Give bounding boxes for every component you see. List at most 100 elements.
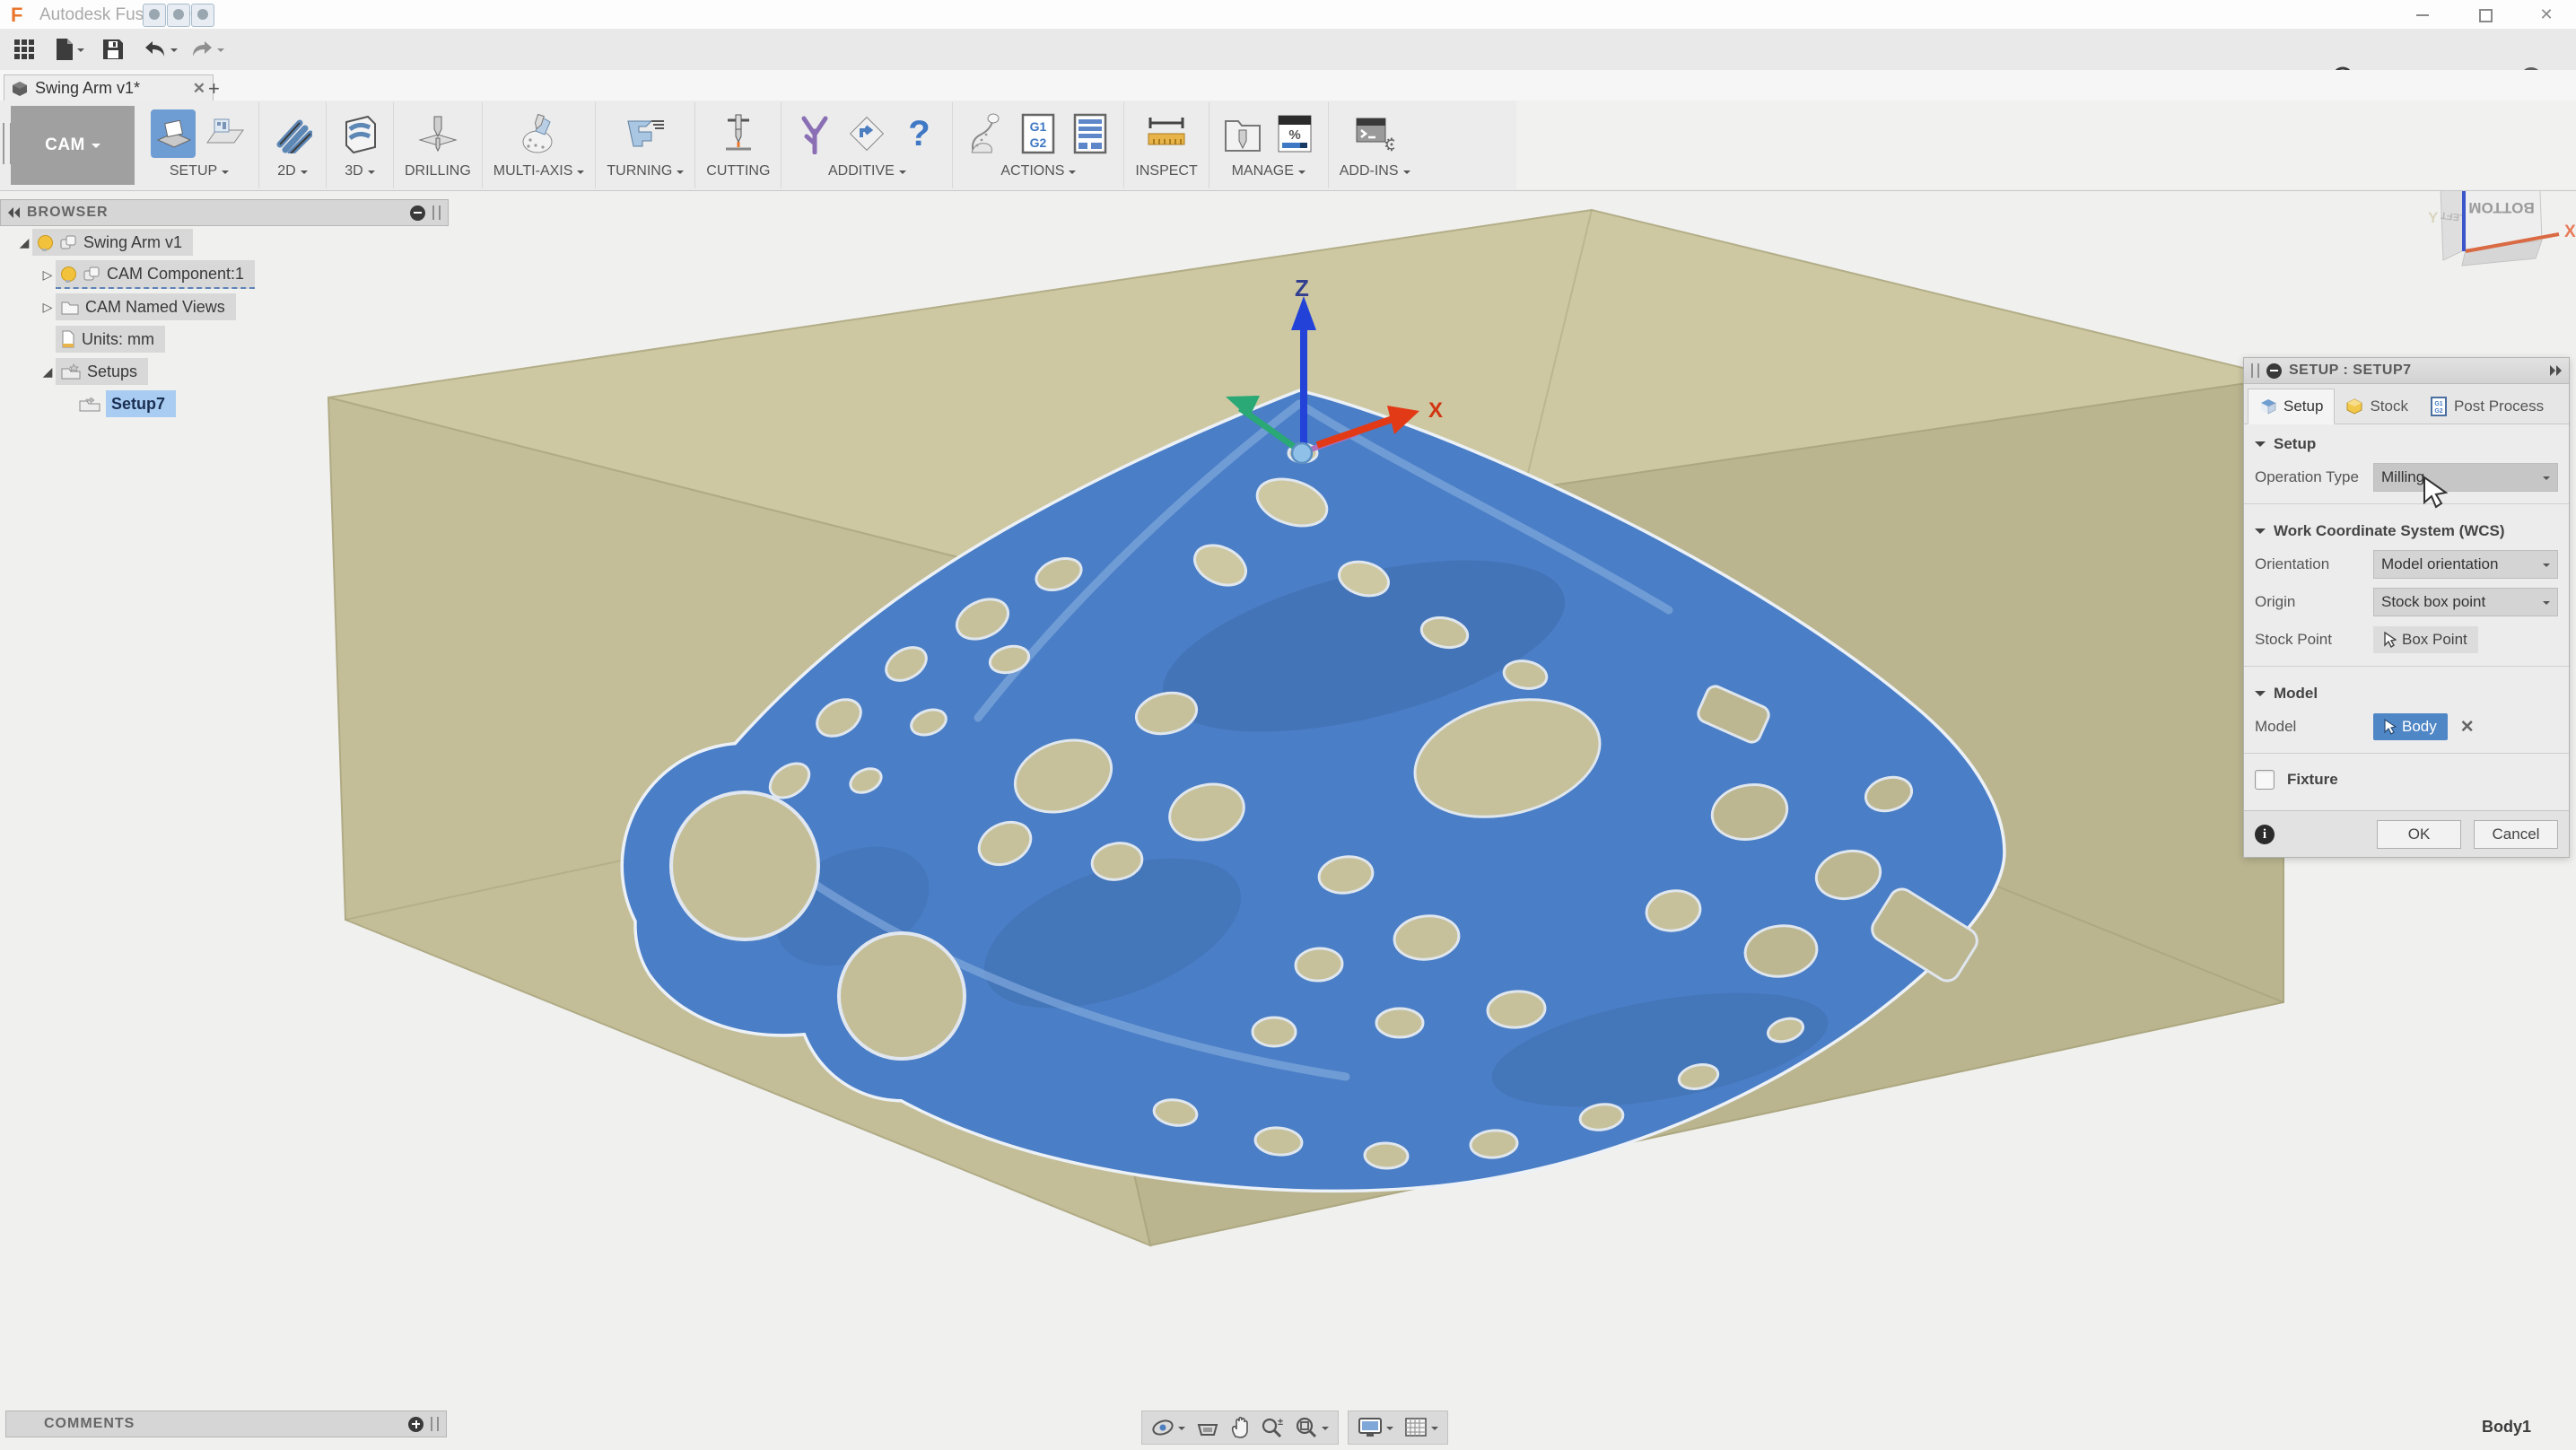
ok-button[interactable]: OK	[2377, 820, 2461, 849]
pan-button[interactable]	[1230, 1417, 1250, 1438]
section-setup[interactable]: Setup	[2244, 424, 2569, 459]
dialog-header[interactable]: SETUP : SETUP7	[2244, 358, 2569, 384]
expanded-arrow-icon[interactable]: ◢	[39, 364, 56, 380]
gcode-editor-button[interactable]: G1G2	[1016, 109, 1061, 158]
tree-item-root[interactable]: ◢ Swing Arm v1	[0, 230, 467, 255]
browser-header[interactable]: BROWSER	[0, 199, 449, 226]
section-model[interactable]: Model	[2244, 674, 2569, 708]
redo-button[interactable]	[190, 36, 224, 63]
chevron-down-icon	[899, 170, 906, 178]
collapsed-arrow-icon[interactable]: ▷	[39, 300, 56, 315]
tree-item-setups[interactable]: ◢ Setups	[0, 359, 467, 384]
visibility-bulb-icon[interactable]	[61, 266, 76, 282]
svg-text:G1: G1	[1030, 119, 1047, 134]
viewcube-x-label: X	[2564, 223, 2576, 241]
restore-button[interactable]	[2467, 4, 2503, 25]
group-label-inspect[interactable]: INSPECT	[1135, 163, 1197, 179]
group-label-drilling[interactable]: DRILLING	[405, 163, 471, 179]
dialog-grip[interactable]	[2251, 363, 2259, 378]
operation-type-select[interactable]: Milling	[2373, 463, 2558, 492]
look-at-button[interactable]	[1196, 1418, 1219, 1437]
group-label-actions[interactable]: ACTIONS	[1000, 163, 1064, 179]
svg-text:%: %	[1288, 127, 1300, 143]
measure-button[interactable]	[1144, 109, 1189, 158]
svg-text:G2: G2	[1030, 135, 1047, 150]
support-structure-button[interactable]	[792, 109, 837, 158]
group-label-turning[interactable]: TURNING	[607, 163, 672, 179]
orientation-select[interactable]: Model orientation	[2373, 550, 2558, 579]
new-setup-button[interactable]	[151, 109, 196, 158]
workspace-switcher[interactable]: CAM	[11, 106, 135, 185]
recorder-widget-icon[interactable]	[167, 4, 190, 27]
section-wcs[interactable]: Work Coordinate System (WCS)	[2244, 511, 2569, 546]
grid-layout-button[interactable]	[1404, 1417, 1438, 1438]
orbit-button[interactable]	[1151, 1417, 1185, 1438]
app-grid-icon[interactable]	[14, 36, 34, 63]
group-label-manage[interactable]: MANAGE	[1232, 163, 1294, 179]
scripts-addins-button[interactable]: ⚙	[1352, 109, 1397, 158]
tree-item-setup7[interactable]: Setup7	[0, 391, 467, 416]
fixture-checkbox[interactable]	[2255, 770, 2275, 790]
minimize-button[interactable]	[2405, 4, 2441, 25]
tab-close-icon[interactable]: ✕	[193, 80, 205, 98]
group-label-multiaxis[interactable]: MULTI-AXIS	[493, 163, 573, 179]
collapsed-arrow-icon[interactable]: ▷	[39, 267, 56, 283]
undo-button[interactable]	[144, 36, 178, 63]
additive-setup-button[interactable]	[844, 109, 889, 158]
group-label-cutting[interactable]: CUTTING	[706, 163, 770, 179]
multi-axis-button[interactable]	[517, 109, 562, 158]
display-settings-button[interactable]	[1358, 1417, 1393, 1438]
tree-item-named-views[interactable]: ▷ CAM Named Views	[0, 294, 467, 319]
chevron-down-icon	[1386, 1427, 1393, 1434]
close-button[interactable]: ✕	[2528, 4, 2564, 25]
cancel-button[interactable]: Cancel	[2474, 820, 2558, 849]
origin-select[interactable]: Stock box point	[2373, 588, 2558, 616]
save-button[interactable]	[102, 36, 124, 63]
hide-panel-icon[interactable]	[410, 205, 425, 221]
tool-library-button[interactable]	[1220, 109, 1265, 158]
document-tab[interactable]: Swing Arm v1* ✕	[4, 74, 214, 101]
new-tab-button[interactable]: +	[208, 77, 220, 100]
post-process-button[interactable]	[964, 109, 1009, 158]
hide-dialog-icon[interactable]	[2266, 363, 2282, 379]
info-icon[interactable]: i	[2255, 825, 2275, 844]
tab-stock[interactable]: Stock	[2335, 389, 2419, 424]
group-label-addins[interactable]: ADD-INS	[1340, 163, 1399, 179]
comments-header[interactable]: COMMENTS	[5, 1411, 447, 1437]
additive-help-button[interactable]: ?	[896, 109, 941, 158]
toolbar-group-inspect: INSPECT	[1124, 102, 1209, 188]
clear-selection-icon[interactable]: ✕	[2460, 717, 2475, 738]
collapse-panel-icon[interactable]	[8, 207, 20, 218]
setup-sheet-button[interactable]	[1068, 109, 1113, 158]
expand-dialog-icon[interactable]	[2550, 365, 2562, 376]
tree-item-units[interactable]: Units: mm	[0, 327, 467, 352]
model-body-selection[interactable]: Body	[2373, 713, 2448, 740]
add-comment-icon[interactable]	[408, 1417, 424, 1432]
panel-grip[interactable]	[432, 205, 441, 220]
chevron-down-icon	[1322, 1427, 1329, 1434]
fusion-logo-icon: F	[11, 4, 22, 27]
group-label-setup[interactable]: SETUP	[170, 163, 217, 179]
cutting-button[interactable]	[716, 109, 761, 158]
tab-setup[interactable]: Setup	[2248, 389, 2335, 424]
group-label-2d[interactable]: 2D	[277, 163, 295, 179]
feeds-speeds-button[interactable]: %	[1272, 109, 1317, 158]
group-label-additive[interactable]: ADDITIVE	[828, 163, 895, 179]
panel-grip[interactable]	[431, 1417, 439, 1431]
fit-button[interactable]	[1295, 1417, 1329, 1438]
3d-milling-button[interactable]	[337, 109, 382, 158]
file-menu-button[interactable]	[56, 36, 84, 63]
setup-from-folder-button[interactable]	[203, 109, 248, 158]
zoom-button[interactable]: ±	[1261, 1417, 1284, 1438]
2d-milling-button[interactable]	[270, 109, 315, 158]
visibility-bulb-icon[interactable]	[38, 235, 53, 250]
group-label-3d[interactable]: 3D	[345, 163, 362, 179]
tree-item-cam-component[interactable]: ▷ CAM Component:1	[0, 262, 467, 287]
drilling-button[interactable]	[415, 109, 460, 158]
stock-point-button[interactable]: Box Point	[2373, 626, 2478, 653]
turning-button[interactable]	[623, 109, 668, 158]
recorder-widget-icon[interactable]	[143, 4, 166, 27]
expanded-arrow-icon[interactable]: ◢	[16, 235, 32, 250]
recorder-widget-icon[interactable]	[191, 4, 214, 27]
tab-post-process[interactable]: G1G2 Post Process	[2419, 389, 2554, 424]
